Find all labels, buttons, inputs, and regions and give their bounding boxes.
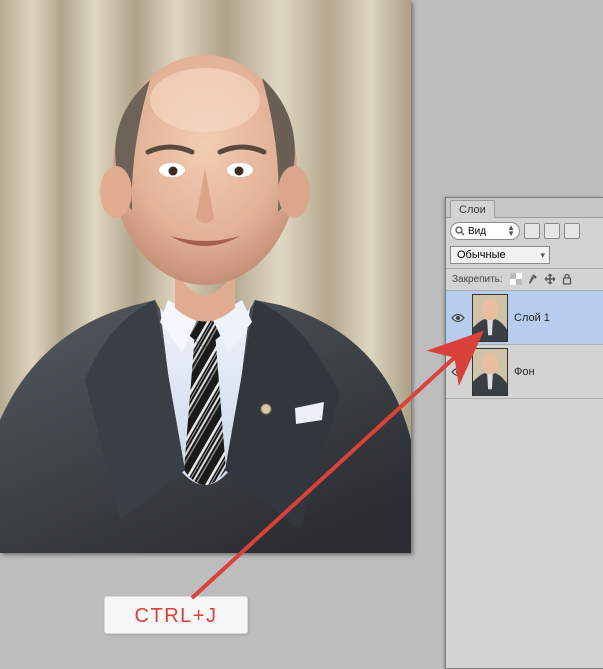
filter-adjust-button[interactable] [544, 223, 560, 239]
layer-row[interactable]: Слой 1 [446, 291, 603, 345]
lock-position-icon[interactable] [543, 272, 557, 286]
tab-layers[interactable]: Слои [450, 200, 495, 218]
layer-thumbnail[interactable] [472, 348, 508, 396]
layers-panel: Слои Вид ▲▼ Обычные ▾ Закрепить: [445, 197, 603, 669]
lock-pixels-icon[interactable] [526, 272, 540, 286]
canvas-area: CTRL+J [0, 0, 445, 669]
lock-all-icon[interactable] [560, 272, 574, 286]
layer-name-label[interactable]: Фон [514, 366, 535, 378]
eye-icon [451, 313, 465, 323]
layer-list: Слой 1 Фон [446, 291, 603, 399]
blend-row: Обычные ▾ [446, 244, 603, 269]
filter-type-button[interactable] [564, 223, 580, 239]
layer-row[interactable]: Фон [446, 345, 603, 399]
panel-tab-strip: Слои [446, 198, 603, 218]
search-icon [455, 226, 465, 236]
layer-filter-select[interactable]: Вид ▲▼ [450, 222, 520, 240]
updown-icon: ▲▼ [507, 225, 515, 237]
lock-row: Закрепить: [446, 269, 603, 291]
layer-thumbnail[interactable] [472, 294, 508, 342]
blend-mode-select[interactable]: Обычные ▾ [450, 246, 550, 264]
blend-mode-label: Обычные [457, 249, 506, 261]
shortcut-badge: CTRL+J [104, 596, 248, 634]
document-image[interactable] [0, 0, 411, 553]
eye-icon [451, 367, 465, 377]
layer-filter-label: Вид [468, 226, 486, 237]
chevron-down-icon: ▾ [540, 250, 545, 261]
visibility-toggle[interactable] [450, 367, 466, 377]
lock-label: Закрепить: [452, 274, 503, 285]
visibility-toggle[interactable] [450, 313, 466, 323]
layer-name-label[interactable]: Слой 1 [514, 312, 550, 324]
filter-pixel-button[interactable] [524, 223, 540, 239]
layer-filter-row: Вид ▲▼ [446, 218, 603, 244]
lock-transparency-icon[interactable] [509, 272, 523, 286]
